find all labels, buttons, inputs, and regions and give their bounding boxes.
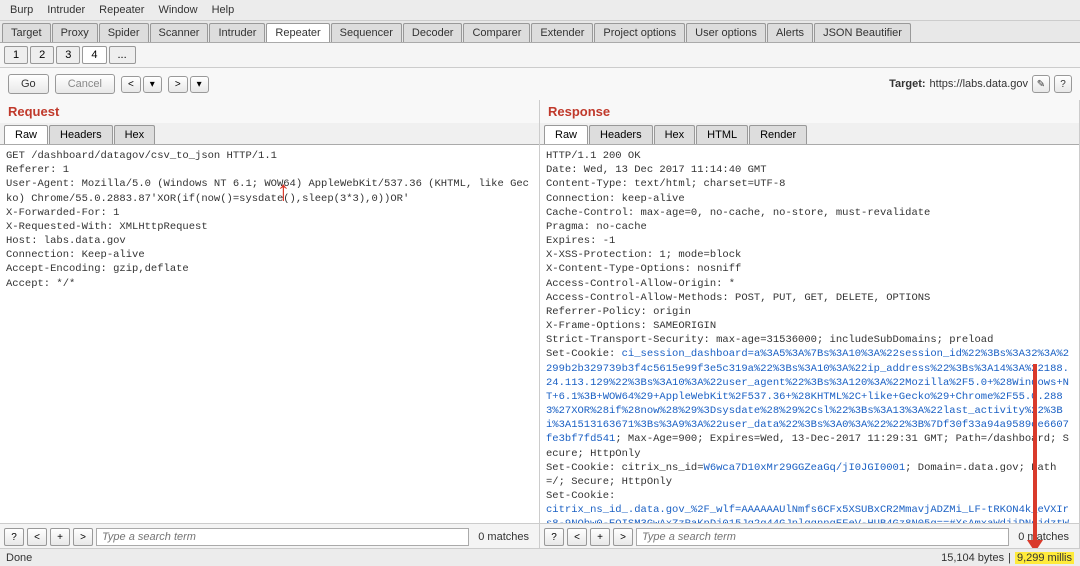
tab-decoder[interactable]: Decoder [403,23,463,42]
help-icon[interactable]: ? [1054,75,1072,93]
tab-scanner[interactable]: Scanner [150,23,209,42]
cancel-button[interactable]: Cancel [55,74,115,94]
tab-user-options[interactable]: User options [686,23,766,42]
response-tab-headers[interactable]: Headers [589,125,653,144]
request-search-input[interactable] [96,528,469,546]
request-tab-raw[interactable]: Raw [4,125,48,144]
tab-repeater[interactable]: Repeater [266,23,329,42]
nav-fwd-button[interactable]: > [168,76,188,93]
response-search-input[interactable] [636,528,1009,546]
go-button[interactable]: Go [8,74,49,94]
request-title: Request [0,100,539,123]
menu-intruder[interactable]: Intruder [41,2,91,18]
target-url: https://labs.data.gov [930,78,1028,90]
response-title: Response [540,100,1079,123]
request-pane: Request Raw Headers Hex GET /dashboard/d… [0,100,540,550]
menu-help[interactable]: Help [206,2,241,18]
response-pane: Response Raw Headers Hex HTML Render HTT… [540,100,1080,550]
repeater-subtabs: 1 2 3 4 ... [0,43,1080,68]
nav-back-drop[interactable]: ▾ [143,76,162,93]
tab-target[interactable]: Target [2,23,51,42]
subtab-3[interactable]: 3 [56,46,80,64]
menu-window[interactable]: Window [152,2,203,18]
menu-repeater[interactable]: Repeater [93,2,150,18]
response-view-tabs: Raw Headers Hex HTML Render [540,123,1079,145]
search-next-button[interactable]: > [73,528,93,546]
request-tab-headers[interactable]: Headers [49,125,113,144]
tab-alerts[interactable]: Alerts [767,23,813,42]
status-bar: Done 15,104 bytes | 9,299 millis [0,548,1080,566]
status-bytes: 15,104 bytes [941,552,1004,564]
request-view-tabs: Raw Headers Hex [0,123,539,145]
response-tab-raw[interactable]: Raw [544,125,588,144]
tab-intruder[interactable]: Intruder [209,23,265,42]
response-body[interactable]: HTTP/1.1 200 OK Date: Wed, 13 Dec 2017 1… [540,145,1079,523]
search-next-button[interactable]: > [613,528,633,546]
subtab-1[interactable]: 1 [4,46,28,64]
status-done: Done [6,552,32,564]
search-help-button[interactable]: ? [544,528,564,546]
request-searchbar: ? < + > 0 matches [0,523,539,550]
response-searchbar: ? < + > 0 matches [540,523,1079,550]
action-bar: Go Cancel < ▾ > ▾ Target: https://labs.d… [0,68,1080,100]
search-prev-button[interactable]: < [27,528,47,546]
tab-comparer[interactable]: Comparer [463,23,530,42]
target-label: Target: [889,78,925,90]
subtab-4[interactable]: 4 [82,46,106,64]
tab-json-beautifier[interactable]: JSON Beautifier [814,23,911,42]
tab-spider[interactable]: Spider [99,23,149,42]
tab-extender[interactable]: Extender [531,23,593,42]
search-add-button[interactable]: + [50,528,70,546]
nav-fwd-drop[interactable]: ▾ [190,76,209,93]
response-tab-hex[interactable]: Hex [654,125,696,144]
menu-burp[interactable]: Burp [4,2,39,18]
subtab-more[interactable]: ... [109,46,136,64]
search-help-button[interactable]: ? [4,528,24,546]
menubar: Burp Intruder Repeater Window Help [0,0,1080,21]
tab-sequencer[interactable]: Sequencer [331,23,402,42]
tab-proxy[interactable]: Proxy [52,23,98,42]
target-display: Target: https://labs.data.gov ✎ ? [889,75,1072,93]
tab-project-options[interactable]: Project options [594,23,685,42]
response-tab-html[interactable]: HTML [696,125,748,144]
request-tab-hex[interactable]: Hex [114,125,156,144]
request-body[interactable]: GET /dashboard/datagov/csv_to_json HTTP/… [0,145,539,523]
response-matches: 0 matches [1012,531,1075,543]
main-tabs: Target Proxy Spider Scanner Intruder Rep… [0,21,1080,43]
nav-back-button[interactable]: < [121,76,141,93]
request-matches: 0 matches [472,531,535,543]
search-add-button[interactable]: + [590,528,610,546]
edit-target-icon[interactable]: ✎ [1032,75,1050,93]
status-millis: 9,299 millis [1015,552,1074,564]
subtab-2[interactable]: 2 [30,46,54,64]
response-tab-render[interactable]: Render [749,125,807,144]
search-prev-button[interactable]: < [567,528,587,546]
